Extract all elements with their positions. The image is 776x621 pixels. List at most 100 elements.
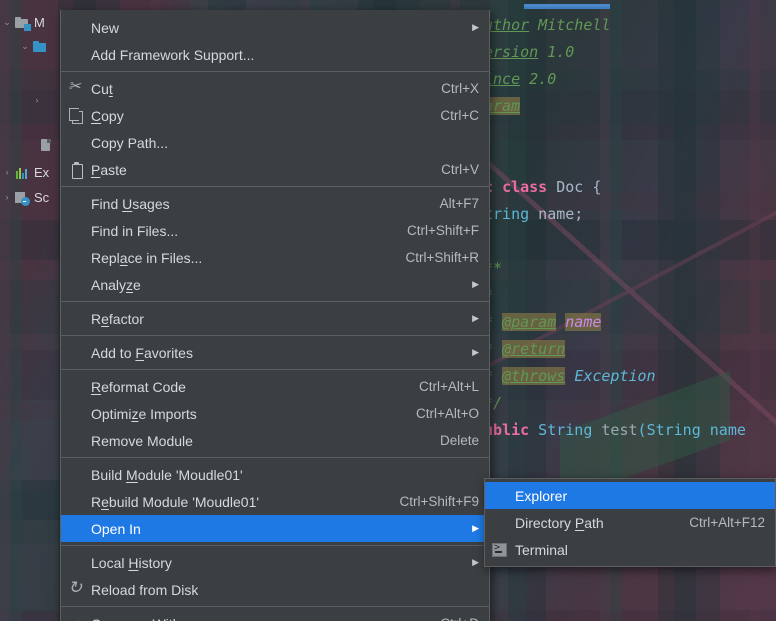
menu-item-reformat-code[interactable]: Reformat Code Ctrl+Alt+L: [61, 373, 489, 400]
menu-item-icon-slot: [61, 433, 91, 449]
chevron-down-icon[interactable]: ⌄: [0, 18, 14, 27]
code-token: @param: [502, 313, 557, 331]
code-token: uthor: [484, 16, 530, 34]
menu-item-shortcut: Alt+F7: [439, 196, 479, 211]
menu-item-compare-with[interactable]: Compare With...Ctrl+D: [61, 610, 489, 621]
tree-row[interactable]: [38, 134, 58, 155]
project-view-context-menu[interactable]: New ▶ Add Framework Support... Cut Ctrl+X Cop…: [60, 10, 490, 621]
paste-icon: [68, 161, 84, 179]
menu-item-icon-slot: [61, 20, 91, 36]
menu-item-shortcut: Ctrl+Shift+R: [405, 250, 479, 265]
menu-item-icon-slot: [61, 311, 91, 327]
menu-item-label: Build Module 'Moudle01': [91, 466, 243, 483]
menu-item-paste[interactable]: Paste Ctrl+V: [61, 156, 489, 183]
paste-icon: [61, 161, 91, 179]
menu-item-find-in-files[interactable]: Find in Files... Ctrl+Shift+F: [61, 217, 489, 244]
screen: ⌄ M ⌄ › › Ex › Sc uthor Mitchell ersion …: [0, 0, 776, 621]
chevron-right-icon[interactable]: ›: [0, 193, 14, 202]
menu-item-refactor[interactable]: Refactor ▶: [61, 305, 489, 332]
menu-item-label: Optimize Imports: [91, 405, 197, 422]
menu-item-add-to-favorites[interactable]: Add to Favorites ▶: [61, 339, 489, 366]
code-line: * @param name: [484, 309, 776, 336]
menu-item-label: Reformat Code: [91, 378, 186, 395]
menu-item-label: Add Framework Support...: [91, 46, 255, 63]
menu-item-icon-slot: [485, 515, 515, 531]
menu-item-label: Local History: [91, 554, 172, 571]
code-token: Mitchell: [529, 16, 611, 34]
tree-row[interactable]: ⌄ M: [0, 12, 45, 33]
menu-item-find-usages[interactable]: Find Usages Alt+F7: [61, 190, 489, 217]
code-line: tring name;: [484, 201, 776, 228]
menu-item-new[interactable]: New ▶: [61, 14, 489, 41]
menu-item-local-history[interactable]: Local History ▶: [61, 549, 489, 576]
external-libraries-icon: [14, 165, 30, 181]
chevron-down-icon[interactable]: ⌄: [18, 42, 32, 51]
menu-item-cut[interactable]: Cut Ctrl+X: [61, 75, 489, 102]
menu-item-shortcut: Ctrl+C: [440, 108, 479, 123]
tree-row[interactable]: ›: [30, 90, 44, 111]
menu-item-label: Directory Path: [515, 514, 604, 531]
menu-item-label: Compare With...: [91, 616, 418, 621]
menu-item-shortcut: Ctrl+Alt+L: [418, 379, 479, 394]
menu-item-shortcut: Ctrl+V: [441, 162, 479, 177]
menu-item-reload-from-disk[interactable]: Reload from Disk: [61, 576, 489, 603]
chevron-right-icon[interactable]: ›: [30, 96, 44, 105]
code-line: ublic String test(String name: [484, 417, 776, 444]
menu-item-icon-slot: [61, 494, 91, 510]
menu-item-icon-slot: [61, 277, 91, 293]
code-token: ublic: [484, 421, 530, 439]
compare-icon: [67, 612, 87, 621]
menu-item-icon-slot: [61, 467, 91, 483]
chevron-right-icon[interactable]: ›: [0, 168, 14, 177]
sidebar-item-scratches-and-consoles[interactable]: › Sc: [0, 187, 49, 208]
menu-item-shortcut: Ctrl+Alt+F12: [689, 515, 765, 530]
menu-item-icon-slot: [61, 250, 91, 266]
menu-item-label: Find Usages: [91, 195, 170, 212]
copy-icon: [61, 107, 91, 124]
tree-item-label: M: [34, 15, 45, 30]
menu-item-remove-module[interactable]: Remove Module Delete: [61, 427, 489, 454]
menu-item-add-framework-support[interactable]: Add Framework Support...: [61, 41, 489, 68]
menu-item-label: New: [91, 19, 120, 36]
menu-item-label: Remove Module: [91, 432, 193, 449]
module-badge-icon: [24, 23, 31, 31]
menu-separator: [61, 335, 489, 336]
menu-separator: [61, 606, 489, 607]
menu-item-copy[interactable]: Copy Ctrl+C: [61, 102, 489, 129]
open-in-submenu[interactable]: Explorer Directory Path Ctrl+Alt+F12 Termin…: [484, 478, 776, 567]
code-line: ince 2.0: [484, 66, 776, 93]
tree-row[interactable]: ⌄: [18, 36, 52, 57]
submenu-arrow-icon: ▶: [472, 347, 479, 357]
menu-item-icon-slot: [61, 521, 91, 537]
menu-item-label: Rebuild Module 'Moudle01': [91, 493, 260, 510]
menu-item-icon-slot: [61, 406, 91, 422]
menu-item-rebuild-module-moudle01[interactable]: Rebuild Module 'Moudle01' Ctrl+Shift+F9: [61, 488, 489, 515]
menu-item-open-in[interactable]: Open In ▶: [61, 515, 489, 542]
menu-item-copy-path[interactable]: Copy Path...: [61, 129, 489, 156]
menu-item-label: Terminal: [515, 541, 568, 558]
menu-item-icon-slot: [485, 488, 515, 504]
menu-item-shortcut: Delete: [439, 433, 479, 448]
sidebar-item-external-libraries[interactable]: › Ex: [0, 162, 50, 183]
menu-item-build-module-moudle01[interactable]: Build Module 'Moudle01': [61, 461, 489, 488]
cut-icon: [68, 79, 84, 97]
menu-item-icon-slot: [61, 223, 91, 239]
folder-module-icon: [14, 15, 31, 31]
menu-item-explorer[interactable]: Explorer: [485, 482, 775, 509]
code-line: uthor Mitchell: [484, 12, 776, 39]
submenu-arrow-icon: ▶: [472, 313, 479, 323]
code-line: **: [484, 255, 776, 282]
menu-item-label: Explorer: [515, 487, 568, 504]
menu-item-analyze[interactable]: Analyze ▶: [61, 271, 489, 298]
menu-item-shortcut: Ctrl+Shift+F9: [399, 494, 479, 509]
menu-item-label: Open In: [91, 520, 141, 537]
menu-item-label: Replace in Files...: [91, 249, 203, 266]
active-tab-underline-shadow: [524, 7, 610, 9]
menu-item-replace-in-files[interactable]: Replace in Files... Ctrl+Shift+R: [61, 244, 489, 271]
menu-item-optimize-imports[interactable]: Optimize Imports Ctrl+Alt+O: [61, 400, 489, 427]
menu-item-directory-path[interactable]: Directory Path Ctrl+Alt+F12: [485, 509, 775, 536]
menu-item-terminal[interactable]: Terminal: [485, 536, 775, 563]
